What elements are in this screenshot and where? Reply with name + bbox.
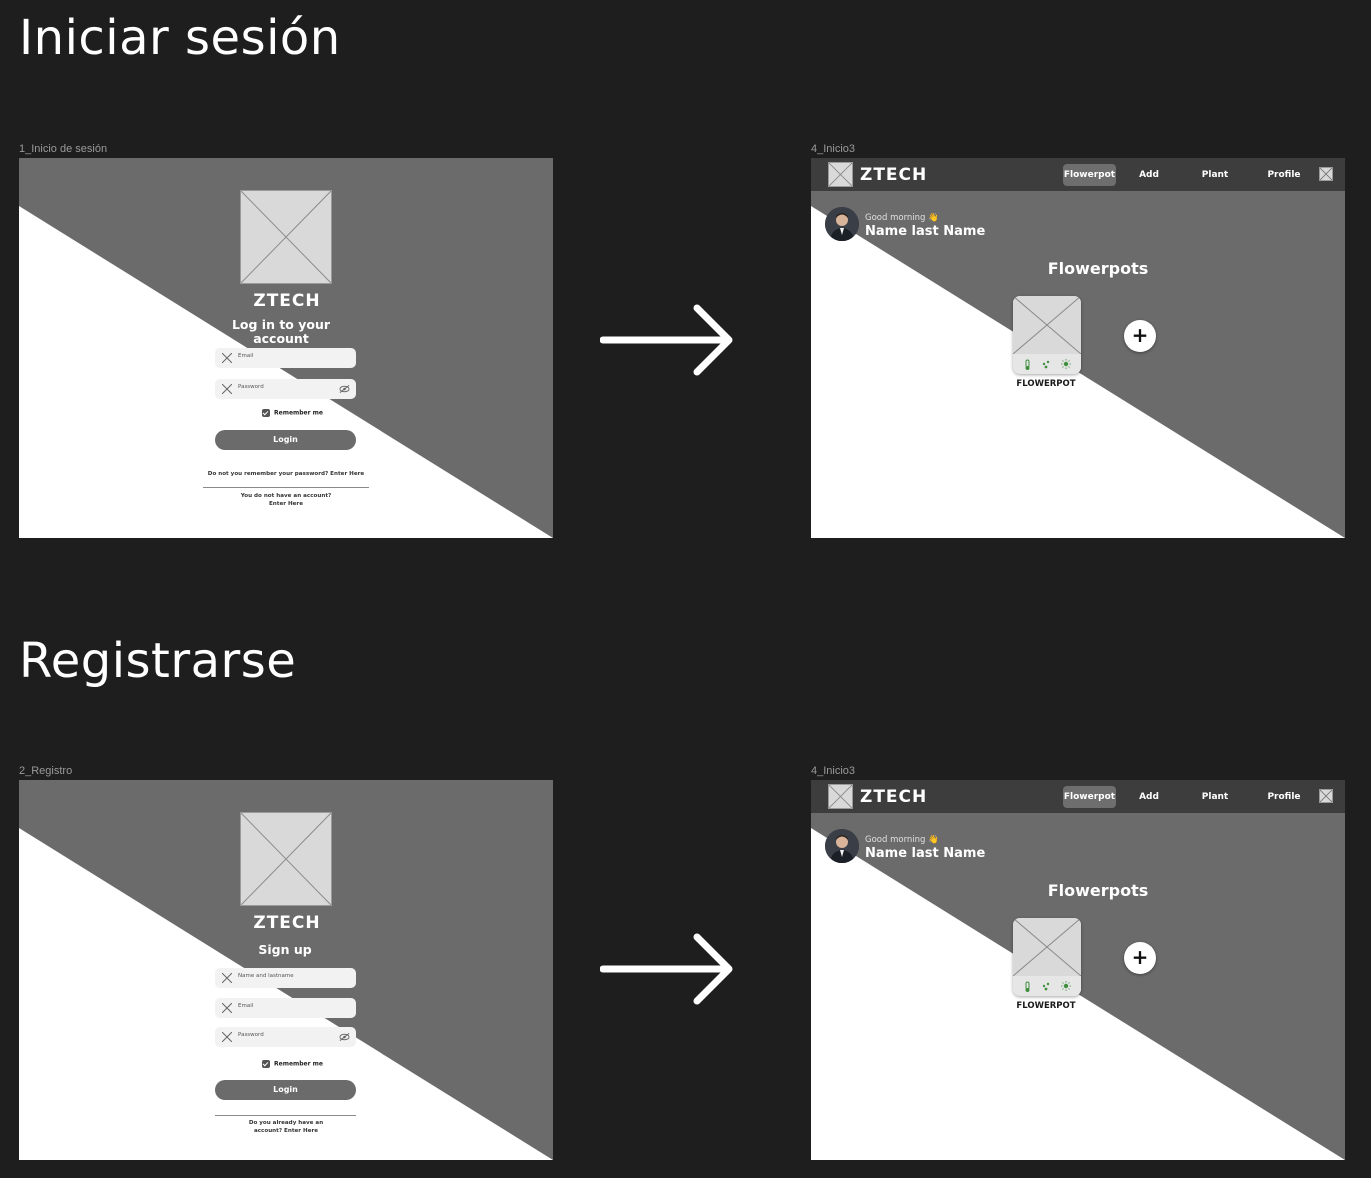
flowerpot-card-label: FLOWERPOT — [1016, 379, 1076, 389]
register-link[interactable]: Enter Here — [211, 500, 361, 508]
flowerpot-image-placeholder — [1013, 918, 1081, 976]
password-field[interactable]: Password — [215, 1027, 356, 1047]
placeholder-x-icon — [222, 384, 232, 394]
frame-label-login[interactable]: 1_Inicio de sesión — [19, 143, 107, 155]
section-title-login: Iniciar sesión — [19, 10, 341, 66]
frame-label-home-1[interactable]: 4_Inicio3 — [811, 143, 855, 155]
thermometer-icon — [1025, 981, 1030, 992]
login-link[interactable]: account? Enter Here — [211, 1127, 361, 1135]
name-field[interactable]: Name and lastname — [215, 968, 356, 988]
frame-label-home-2[interactable]: 4_Inicio3 — [811, 765, 855, 777]
password-field[interactable]: Password — [215, 379, 356, 399]
frame-label-register[interactable]: 2_Registro — [19, 765, 72, 777]
remember-me-label: Remember me — [274, 1060, 323, 1068]
placeholder-x-icon — [222, 973, 232, 983]
divider — [203, 487, 369, 488]
arrow-right-icon — [600, 933, 733, 1005]
brand-logo: ZTECH — [860, 165, 928, 185]
placeholder-x-icon — [222, 1032, 232, 1042]
register-frame: ZTECH Sign up Name and lastname Email Pa… — [19, 780, 553, 1160]
user-name: Name last Name — [865, 224, 986, 239]
eye-icon[interactable] — [339, 384, 350, 394]
remember-me-label: Remember me — [274, 409, 323, 417]
flowerpot-card[interactable] — [1013, 296, 1081, 374]
have-account-text: Do you already have an — [248, 1120, 324, 1126]
close-icon[interactable] — [1319, 789, 1333, 803]
remember-me-checkbox[interactable]: Remember me — [262, 409, 323, 417]
nav-plant[interactable]: Plant — [1193, 164, 1237, 186]
nav-plant[interactable]: Plant — [1193, 786, 1237, 808]
close-icon[interactable] — [1319, 167, 1333, 181]
flowerpots-title: Flowerpots — [1047, 259, 1149, 278]
placeholder-x-icon — [222, 1003, 232, 1013]
login-frame: ZTECH Log in to your account Email Passw… — [19, 158, 553, 538]
logo-image-placeholder — [240, 190, 332, 284]
login-button[interactable]: Login — [215, 430, 356, 450]
signup-heading: Sign up — [258, 942, 312, 957]
brand-logo: ZTECH — [253, 913, 321, 933]
logo-image-placeholder — [828, 162, 853, 187]
sun-icon — [1061, 359, 1071, 369]
greeting-text: Good morning 👋 — [865, 213, 939, 223]
divider — [215, 1115, 356, 1116]
greeting-text: Good morning 👋 — [865, 835, 939, 845]
flowerpot-card[interactable] — [1013, 918, 1081, 996]
home-frame-2: ZTECH Flowerpot Add Plant Profile Good m… — [811, 780, 1345, 1160]
section-title-register: Registrarse — [19, 633, 297, 689]
nav-flowerpot[interactable]: Flowerpot — [1063, 786, 1116, 808]
thermometer-icon — [1025, 359, 1030, 370]
password-placeholder: Password — [238, 1032, 264, 1038]
avatar[interactable] — [825, 829, 859, 863]
nav-add[interactable]: Add — [1129, 786, 1169, 808]
flowerpots-title: Flowerpots — [1047, 881, 1149, 900]
flowerpot-image-placeholder — [1013, 296, 1081, 354]
avatar[interactable] — [825, 207, 859, 241]
name-placeholder: Name and lastname — [238, 973, 294, 979]
brand-logo: ZTECH — [253, 291, 321, 311]
forgot-password-link[interactable]: Do not you remember your password? Enter… — [191, 470, 381, 478]
checkbox-icon[interactable] — [262, 409, 270, 417]
sensor-icons — [1013, 354, 1081, 374]
email-field[interactable]: Email — [215, 348, 356, 368]
password-placeholder: Password — [238, 384, 264, 390]
water-drops-icon — [1042, 360, 1050, 369]
add-flowerpot-button[interactable]: + — [1124, 320, 1156, 352]
placeholder-x-icon — [222, 353, 232, 363]
email-placeholder: Email — [238, 353, 254, 359]
remember-me-checkbox[interactable]: Remember me — [262, 1060, 323, 1068]
checkbox-icon[interactable] — [262, 1060, 270, 1068]
arrow-right-icon — [600, 304, 733, 376]
email-field[interactable]: Email — [215, 998, 356, 1018]
nav-flowerpot[interactable]: Flowerpot — [1063, 164, 1116, 186]
eye-icon[interactable] — [339, 1032, 350, 1042]
home-frame-1: ZTECH Flowerpot Add Plant Profile Good m… — [811, 158, 1345, 538]
add-flowerpot-button[interactable]: + — [1124, 942, 1156, 974]
top-navbar: ZTECH Flowerpot Add Plant Profile — [811, 158, 1345, 191]
sun-icon — [1061, 981, 1071, 991]
top-navbar: ZTECH Flowerpot Add Plant Profile — [811, 780, 1345, 813]
logo-image-placeholder — [240, 812, 332, 906]
user-name: Name last Name — [865, 846, 986, 861]
sensor-icons — [1013, 976, 1081, 996]
nav-profile[interactable]: Profile — [1261, 164, 1307, 186]
flowerpot-card-label: FLOWERPOT — [1016, 1001, 1076, 1011]
brand-logo: ZTECH — [860, 787, 928, 807]
signup-submit-button[interactable]: Login — [215, 1080, 356, 1100]
logo-image-placeholder — [828, 784, 853, 809]
water-drops-icon — [1042, 982, 1050, 991]
nav-profile[interactable]: Profile — [1261, 786, 1307, 808]
nav-add[interactable]: Add — [1129, 164, 1169, 186]
email-placeholder: Email — [238, 1003, 254, 1009]
login-heading: Log in to your account — [231, 317, 331, 346]
no-account-text: You do not have an account? — [240, 493, 332, 499]
